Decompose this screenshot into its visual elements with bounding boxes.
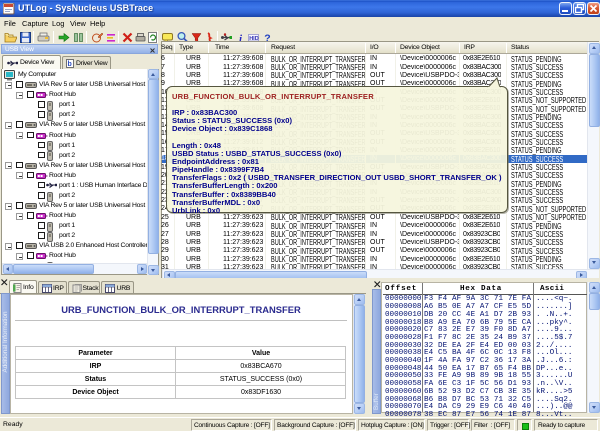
svg-text:b: b: [68, 61, 72, 68]
